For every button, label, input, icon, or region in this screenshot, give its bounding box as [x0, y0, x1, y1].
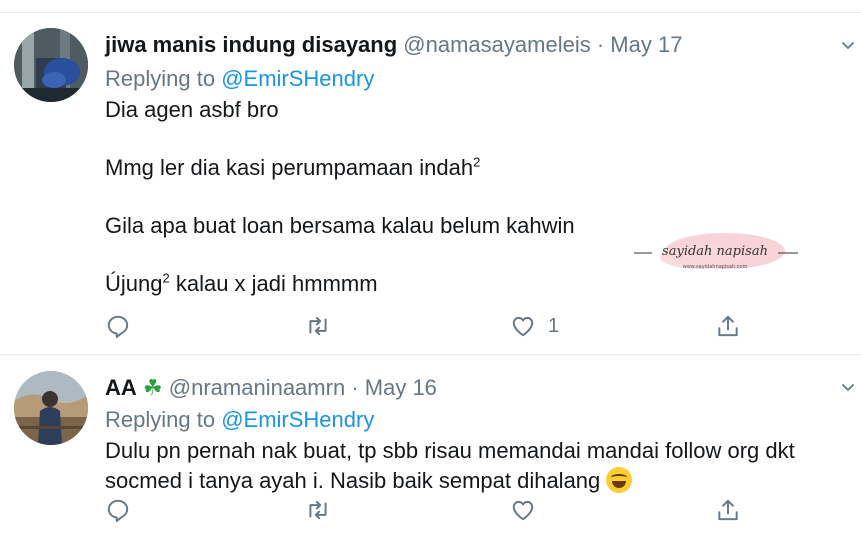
watermark: sayidah napisah www.sayidahnapisah.com	[634, 233, 798, 270]
tweet-actions: 1	[105, 311, 845, 341]
reply-icon	[107, 315, 129, 339]
avatar-photo	[14, 28, 88, 102]
retweet-button[interactable]	[305, 495, 331, 525]
display-name[interactable]: jiwa manis indung disayang	[105, 32, 397, 57]
avatar[interactable]	[14, 371, 88, 445]
reply-button[interactable]	[105, 311, 131, 341]
replying-prefix: Replying to	[105, 66, 216, 91]
reply-button[interactable]	[105, 495, 131, 525]
share-button[interactable]	[715, 311, 741, 341]
tweet-card[interactable]: AA ☘ @nramaninaamrn · May 16 Replying to…	[0, 355, 861, 546]
tweet-date[interactable]: May 17	[610, 32, 682, 57]
watermark-subtext: www.sayidahnapisah.com	[683, 264, 748, 270]
retweet-button[interactable]	[305, 311, 331, 341]
tweet-actions	[105, 495, 845, 525]
like-button[interactable]	[510, 495, 548, 525]
handle[interactable]: @nramaninaamrn	[169, 375, 345, 400]
tweet-header: jiwa manis indung disayang @namasayamele…	[105, 31, 682, 59]
like-count: 1	[548, 314, 560, 337]
mention-link[interactable]: @EmirSHendry	[221, 407, 374, 432]
clover-emoji: ☘	[142, 375, 163, 400]
display-name[interactable]: AA	[105, 375, 137, 400]
like-button[interactable]: 1	[510, 311, 559, 341]
tweet-text-line: Gila apa buat loan bersama kalau belum k…	[105, 213, 575, 238]
tweet-text-line: Mmg ler dia kasi perumpamaan indah2	[105, 154, 481, 180]
replying-to: Replying to @EmirSHendry	[105, 65, 374, 93]
chevron-down-icon[interactable]	[841, 39, 855, 53]
share-icon	[718, 315, 738, 337]
retweet-icon	[309, 316, 327, 336]
replying-prefix: Replying to	[105, 407, 216, 432]
separator: ·	[351, 375, 359, 400]
tweet-date[interactable]: May 16	[365, 375, 437, 400]
heart-icon	[512, 500, 534, 521]
mention-link[interactable]: @EmirSHendry	[221, 66, 374, 91]
share-button[interactable]	[715, 495, 741, 525]
handle[interactable]: @namasayameleis	[403, 32, 590, 57]
replying-to: Replying to @EmirSHendry	[105, 406, 374, 434]
watermark-text: sayidah napisah	[662, 244, 768, 259]
tweet-card[interactable]: jiwa manis indung disayang @namasayamele…	[0, 13, 861, 354]
tweet-text-line: Újung2 kalau x jadi hmmmm	[105, 270, 378, 296]
separator: ·	[596, 32, 605, 57]
avatar[interactable]	[14, 28, 88, 102]
retweet-icon	[309, 500, 327, 520]
tears-of-joy-emoji	[606, 467, 633, 493]
tweet-text-line: Dia agen asbf bro	[105, 97, 279, 122]
tweet-text-line: socmed i tanya ayah i. Nasib baik sempat…	[105, 466, 633, 496]
tweet-text-line: Dulu pn pernah nak buat, tp sbb risau me…	[105, 438, 795, 463]
reply-icon	[107, 499, 129, 523]
share-icon	[718, 499, 738, 521]
avatar-photo	[14, 371, 88, 445]
chevron-down-icon[interactable]	[841, 381, 855, 395]
heart-icon	[512, 316, 534, 337]
tweet-header: AA ☘ @nramaninaamrn · May 16	[105, 374, 437, 402]
